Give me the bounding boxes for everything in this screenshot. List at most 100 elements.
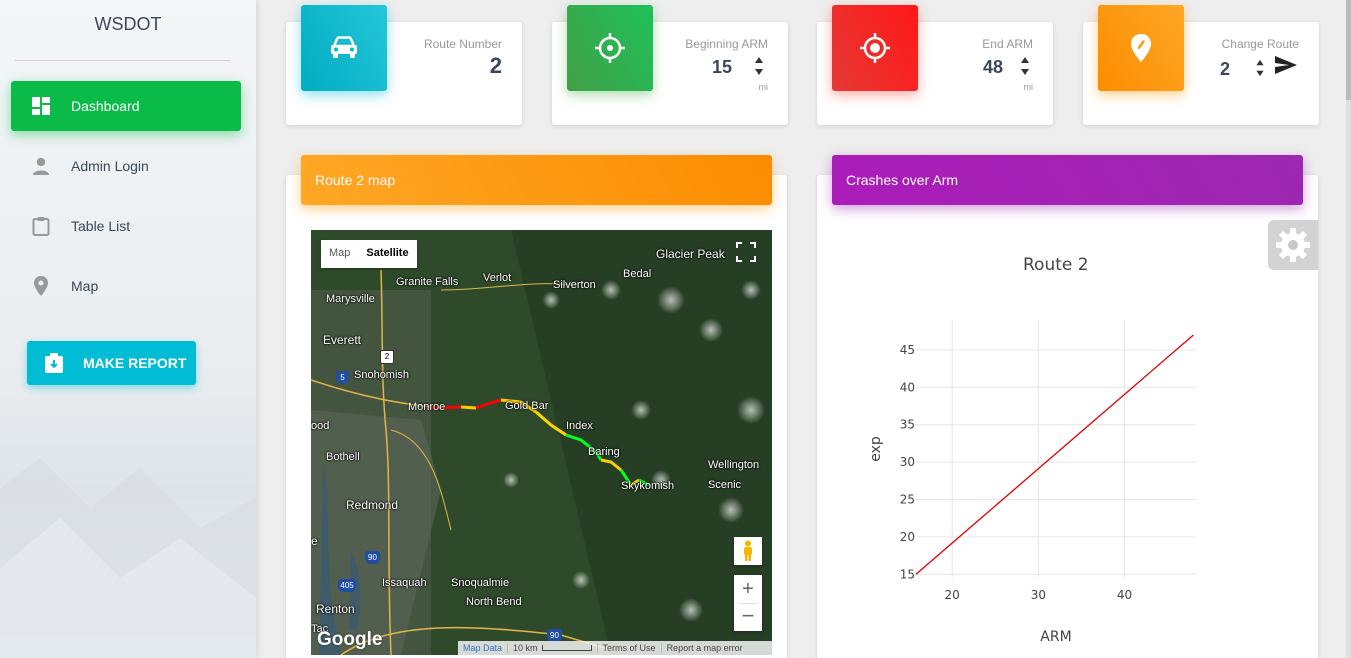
beginning-arm-spinner[interactable] <box>754 56 764 76</box>
brand-title[interactable]: WSDOT <box>0 14 256 35</box>
map-scale-label: 10 km <box>513 643 538 653</box>
zoom-control: + − <box>734 575 762 631</box>
stat-card-beginning-arm: Beginning ARM mi <box>552 5 788 125</box>
sidebar-item-map[interactable]: Map <box>11 261 241 311</box>
beginning-arm-unit: mi <box>758 82 769 92</box>
map-label: Issaquah <box>382 577 427 589</box>
map-label: Granite Falls <box>396 276 459 288</box>
gear-icon <box>1276 228 1310 262</box>
stat-card-route-number: Route Number 2 <box>286 5 522 125</box>
satellite-imagery <box>311 230 772 655</box>
scrollbar-thumb[interactable] <box>1346 0 1351 100</box>
x-axis-label: ARM <box>1040 629 1071 645</box>
end-arm-spinner[interactable] <box>1020 56 1030 76</box>
sidebar: WSDOT Dashboard Admin Login Table List M… <box>0 0 256 658</box>
map-label: Monroe <box>408 401 446 413</box>
brand-divider <box>15 60 230 61</box>
y-tick-label: 40 <box>900 380 915 394</box>
crashes-chart[interactable]: 20 30 40 15 20 25 30 35 40 45 ARM exp <box>832 300 1232 658</box>
stat-card-change-route: Change Route <box>1083 5 1319 125</box>
stat-card-end-arm: End ARM mi <box>817 5 1053 125</box>
map-label: Glacier Peak <box>656 247 725 261</box>
dashboard-icon <box>29 94 53 118</box>
change-route-label: Change Route <box>1221 37 1299 51</box>
sidebar-item-table-list[interactable]: Table List <box>11 201 241 251</box>
x-tick-label: 20 <box>945 588 960 602</box>
map-scale-bar <box>541 645 592 651</box>
map-label: Scenic <box>708 479 742 491</box>
map-label: Snoqualmie <box>451 577 510 589</box>
google-logo: Google <box>317 629 383 650</box>
map-label: Snohomish <box>354 369 410 381</box>
y-tick-label: 15 <box>900 567 915 581</box>
chart-panel-title: Crashes over Arm <box>846 172 959 188</box>
map-label: Renton <box>316 602 355 616</box>
highway-shield-us2: 2 <box>380 350 394 364</box>
settings-gear-button[interactable] <box>1268 220 1318 270</box>
map-label: e <box>311 534 318 548</box>
crosshair-icon <box>595 33 625 63</box>
report-map-error-link[interactable]: Report a map error <box>660 643 748 653</box>
beginning-arm-input[interactable] <box>712 57 742 78</box>
y-tick-label: 30 <box>900 455 915 469</box>
crosshair-icon-box <box>567 5 653 91</box>
map-label: Verlot <box>483 272 512 284</box>
route-number-value: 2 <box>489 53 502 78</box>
map-label: Silverton <box>553 279 596 291</box>
send-icon[interactable] <box>1275 56 1297 74</box>
x-tick-label: 40 <box>1117 588 1132 602</box>
sidebar-item-label: Table List <box>71 218 131 234</box>
map-label: Redmond <box>346 498 399 512</box>
map-panel-header: Route 2 map <box>301 155 772 205</box>
download-report-icon <box>45 353 63 373</box>
end-arm-label: End ARM <box>982 37 1033 51</box>
end-arm-input[interactable] <box>983 57 1013 78</box>
edit-pin-icon <box>1131 34 1151 62</box>
zoom-in-button[interactable]: + <box>734 575 762 603</box>
map-type-map-button[interactable]: Map <box>321 240 358 268</box>
chart-panel-header: Crashes over Arm <box>832 155 1303 205</box>
change-route-spinner[interactable] <box>1255 59 1265 77</box>
highway-shield-i405: 405 <box>338 579 356 592</box>
map-data-link[interactable]: Map Data <box>458 643 507 653</box>
map-label: Everett <box>323 333 362 347</box>
map-type-control: Map Satellite <box>321 240 417 268</box>
route-number-label: Route Number <box>423 37 502 51</box>
y-tick-label: 20 <box>900 530 915 544</box>
map-label: Marysville <box>326 293 375 305</box>
sidebar-item-label: Admin Login <box>71 158 149 174</box>
location-pin-icon <box>29 274 53 298</box>
y-tick-label: 35 <box>900 418 915 432</box>
map-type-satellite-button[interactable]: Satellite <box>358 240 416 268</box>
sidebar-item-label: Map <box>71 278 99 294</box>
map-label: Gold Bar <box>505 400 549 412</box>
fullscreen-icon[interactable] <box>734 240 758 264</box>
map-panel-title: Route 2 map <box>315 172 396 188</box>
street-view-pegman-icon[interactable] <box>734 537 762 565</box>
x-tick-label: 30 <box>1031 588 1046 602</box>
change-route-input[interactable] <box>1220 59 1242 80</box>
terms-of-use-link[interactable]: Terms of Use <box>596 643 661 653</box>
highway-shield-i90: 90 <box>365 551 380 564</box>
map-label: Skykomish <box>621 480 675 492</box>
sidebar-item-dashboard[interactable]: Dashboard <box>11 81 241 131</box>
person-icon <box>29 154 53 178</box>
target-icon-box <box>832 5 918 91</box>
sidebar-background-image <box>0 458 256 658</box>
map-label: North Bend <box>466 596 522 608</box>
clipboard-icon <box>29 214 53 238</box>
edit-pin-icon-box <box>1098 5 1184 91</box>
route-map[interactable]: Map Satellite + − Glacier Peak Granite F… <box>311 230 772 655</box>
map-label: Index <box>566 420 593 432</box>
target-icon <box>860 33 890 63</box>
highway-shield-i5: 5 <box>336 371 349 384</box>
beginning-arm-label: Beginning ARM <box>685 37 768 51</box>
map-label: ood <box>311 420 330 432</box>
sidebar-item-admin-login[interactable]: Admin Login <box>11 141 241 191</box>
make-report-button[interactable]: MAKE REPORT <box>27 341 196 385</box>
page-scrollbar[interactable] <box>1346 0 1351 658</box>
chart-title: Route 2 <box>1023 255 1089 275</box>
sidebar-item-label: Dashboard <box>71 98 140 114</box>
car-icon-box <box>301 5 387 91</box>
zoom-out-button[interactable]: − <box>734 604 762 631</box>
